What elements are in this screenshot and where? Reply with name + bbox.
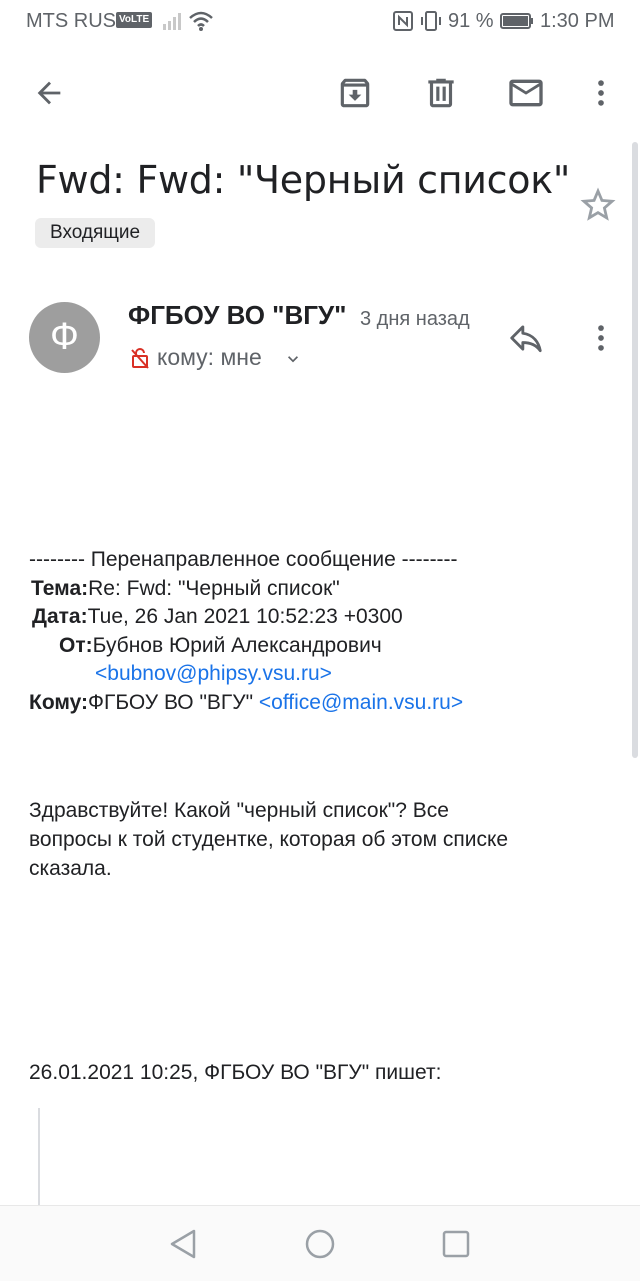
nav-recents-icon[interactable] (441, 1229, 471, 1259)
inbox-label-chip[interactable]: Входящие (35, 218, 156, 248)
more-vert-icon (598, 325, 604, 351)
back-arrow-icon (37, 81, 61, 105)
star-icon[interactable] (577, 184, 619, 226)
message-more-button[interactable] (577, 314, 625, 362)
fwd-to-name: ФГБОУ ВО "ВГУ" (88, 691, 259, 714)
battery-percent: 91 % (448, 10, 494, 32)
delete-icon (428, 78, 454, 108)
unencrypted-lock-icon[interactable] (130, 346, 150, 370)
mark-unread-icon (509, 79, 543, 107)
fwd-date-value: Tue, 26 Jan 2021 10:52:23 +0300 (87, 605, 403, 628)
more-options-button[interactable] (577, 69, 625, 117)
quote-bar (38, 1108, 40, 1208)
archive-icon (340, 78, 370, 108)
fwd-subject-row: Тема:Re: Fwd: "Черный список" (31, 574, 340, 603)
quote-intro: 26.01.2021 10:25, ФГБОУ ВО "ВГУ" пишет: (29, 1061, 442, 1084)
reply-button[interactable] (502, 314, 550, 362)
forward-header: -------- Перенаправленное сообщение ----… (29, 548, 458, 571)
delete-button[interactable] (417, 69, 465, 117)
fwd-from-row: От:Бубнов Юрий Александрович (59, 631, 382, 660)
battery-icon (500, 13, 533, 29)
back-button[interactable] (25, 69, 73, 117)
nav-home-icon[interactable] (304, 1228, 336, 1260)
carrier-label: MTS RUS (26, 10, 116, 32)
fwd-to-email-link[interactable]: <office@main.vsu.ru> (259, 691, 463, 714)
status-bar: MTS RUS VoLTE 91 % 1:30 PM (0, 0, 640, 44)
wifi-icon (189, 11, 213, 31)
scrollbar[interactable] (632, 142, 638, 758)
sent-time: 3 дня назад (360, 308, 470, 330)
message-line-2: вопросы к той студентке, которая об этом… (29, 828, 509, 851)
fwd-to-label: Кому: (29, 691, 89, 714)
more-vert-icon (598, 80, 604, 106)
fwd-date-label: Дата: (32, 605, 88, 628)
system-nav-bar (0, 1205, 640, 1281)
fwd-from-label: От: (59, 634, 93, 657)
sender-name: ФГБОУ ВО "ВГУ" (128, 300, 347, 330)
recipient-line[interactable]: кому: мне (157, 344, 262, 371)
nav-back-icon[interactable] (168, 1228, 198, 1260)
avatar[interactable]: Ф (29, 302, 100, 373)
fwd-from-name: Бубнов Юрий Александрович (92, 634, 382, 657)
vibrate-icon (421, 11, 441, 31)
archive-button[interactable] (331, 69, 379, 117)
mark-unread-button[interactable] (502, 69, 550, 117)
nfc-icon (393, 11, 413, 31)
signal-icon (163, 13, 181, 30)
fwd-from-email-link[interactable]: <bubnov@phipsy.vsu.ru> (95, 659, 332, 688)
message-line-1: Здравствуйте! Какой "черный список"? Все (29, 799, 449, 822)
fwd-subject-label: Тема: (31, 577, 89, 600)
email-subject: Fwd: Fwd: "Черный список" (36, 158, 571, 202)
fwd-to-row: Кому:ФГБОУ ВО "ВГУ" <office@main.vsu.ru> (29, 688, 463, 717)
volte-badge: VoLTE (116, 12, 153, 28)
fwd-date-row: Дата:Tue, 26 Jan 2021 10:52:23 +0300 (32, 602, 403, 631)
clock: 1:30 PM (540, 10, 615, 32)
fwd-subject-value: Re: Fwd: "Черный список" (88, 577, 340, 600)
reply-icon (510, 325, 542, 353)
message-line-3: сказала. (29, 857, 112, 880)
chevron-down-icon[interactable] (283, 349, 303, 369)
